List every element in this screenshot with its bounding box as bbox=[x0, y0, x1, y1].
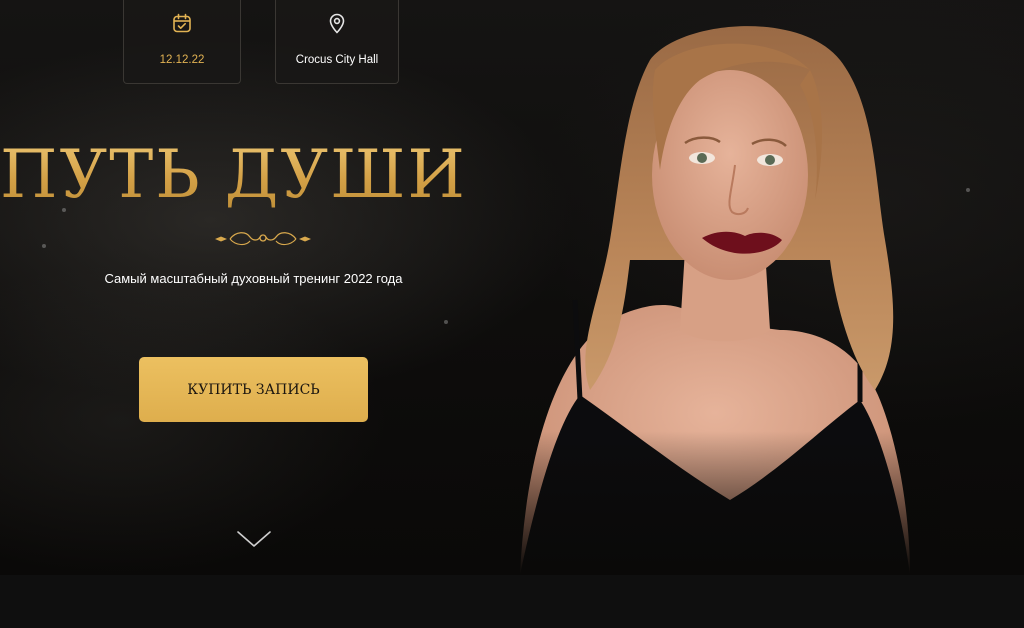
event-date: 12.12.22 bbox=[159, 54, 205, 66]
hero-section: 12.12.22 Crocus City Hall ПУТЬ ДУШИ Самы… bbox=[0, 0, 1024, 575]
bottom-band bbox=[0, 575, 1024, 628]
bokeh-speck bbox=[42, 244, 46, 248]
buy-recording-button[interactable]: КУПИТЬ ЗАПИСЬ bbox=[139, 357, 368, 422]
speaker-portrait bbox=[480, 0, 940, 575]
event-venue-card: Crocus City Hall bbox=[275, 0, 399, 84]
location-pin-icon bbox=[329, 13, 345, 34]
page-title: ПУТЬ ДУШИ bbox=[0, 130, 520, 220]
calendar-icon bbox=[173, 13, 191, 33]
bokeh-speck bbox=[966, 188, 970, 192]
chevron-down-icon[interactable] bbox=[236, 529, 272, 549]
hero-subtitle: Самый масштабный духовный тренинг 2022 г… bbox=[104, 271, 403, 286]
event-venue: Crocus City Hall bbox=[295, 54, 379, 66]
event-date-card: 12.12.22 bbox=[123, 0, 241, 84]
ornament-divider bbox=[118, 232, 408, 246]
bokeh-speck bbox=[444, 320, 448, 324]
